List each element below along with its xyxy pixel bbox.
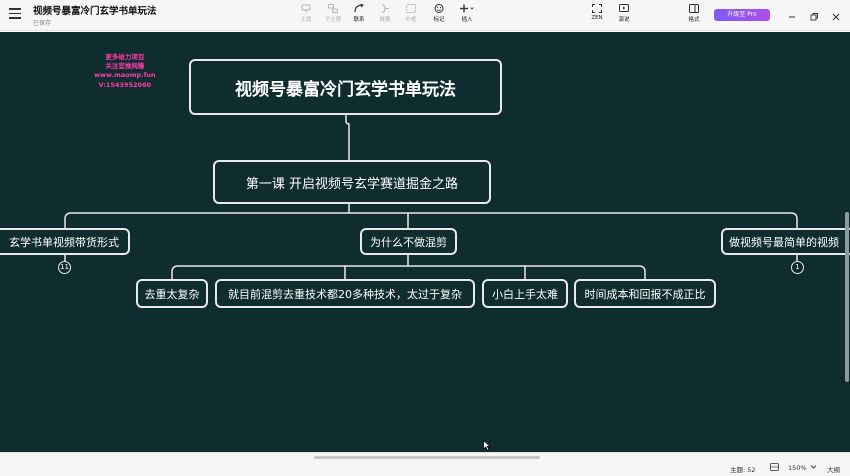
status-bar: 主题: 52 150% 大纲 xyxy=(0,452,850,476)
outline-button[interactable]: 大纲 xyxy=(827,464,840,474)
format-panel-button[interactable]: 格式 xyxy=(679,4,709,23)
hamburger-menu-icon[interactable] xyxy=(9,8,21,20)
minimize-button[interactable] xyxy=(786,8,798,20)
branch-why-not-remix[interactable]: 为什么不做混剪 xyxy=(360,228,457,255)
horizontal-scrollbar[interactable] xyxy=(314,456,540,459)
mouse-cursor-icon xyxy=(483,440,491,451)
present-button[interactable]: 演说 xyxy=(609,4,639,23)
subtopic-icon xyxy=(328,4,338,13)
chevron-down-icon[interactable] xyxy=(810,463,817,470)
boundary-icon xyxy=(406,4,416,13)
document-title[interactable]: 视频号暴富冷门玄学书单玩法 xyxy=(33,3,157,17)
reason-topic[interactable]: 时间成本和回报不成正比 xyxy=(574,279,716,308)
close-icon xyxy=(832,13,840,21)
restore-button[interactable] xyxy=(808,8,820,21)
marker-button[interactable]: 标记 xyxy=(424,4,454,23)
reason-topic[interactable]: 小白上手太难 xyxy=(482,279,568,308)
reason-topic[interactable]: 去重太复杂 xyxy=(136,279,208,308)
map-icon[interactable] xyxy=(770,463,779,471)
zen-label: ZEN xyxy=(591,15,603,21)
topic-button[interactable]: 主题 xyxy=(291,4,321,23)
minimize-icon xyxy=(789,16,795,18)
boundary-label: 外框 xyxy=(405,17,417,23)
upgrade-pro-button[interactable]: 升级至 Pro xyxy=(714,9,770,21)
topic-icon xyxy=(301,4,311,13)
marker-label: 标记 xyxy=(433,17,445,23)
zoom-level[interactable]: 150% xyxy=(788,464,807,472)
mindmap-canvas[interactable]: 更多给力项目 关注官推网赚 www.maomp.fun V:1543952060 xyxy=(0,32,850,452)
topic-label: 主题 xyxy=(300,17,312,23)
vertical-scrollbar[interactable] xyxy=(845,212,849,382)
collapsed-count-badge[interactable]: 1 xyxy=(791,261,804,274)
format-label: 格式 xyxy=(688,17,700,23)
relationship-icon xyxy=(354,4,364,13)
insert-button[interactable]: 插入 xyxy=(452,4,482,23)
root-topic[interactable]: 视频号暴富冷门玄学书单玩法 xyxy=(189,59,502,115)
summary-icon xyxy=(381,4,389,13)
branch-book-list-video-format[interactable]: 玄学书单视频带货形式 xyxy=(0,228,130,255)
top-toolbar: 视频号暴富冷门玄学书单玩法 已保存 主题 子主题 联系 概要 外框 标记 插入 xyxy=(0,0,850,31)
mindmap-app-window: 视频号暴富冷门玄学书单玩法 已保存 主题 子主题 联系 概要 外框 标记 插入 xyxy=(0,0,850,476)
save-status: 已保存 xyxy=(33,20,52,27)
zen-mode-button[interactable]: ZEN xyxy=(582,4,612,21)
present-label: 演说 xyxy=(618,17,630,23)
restore-icon xyxy=(810,13,818,21)
fullscreen-icon xyxy=(592,4,602,13)
close-window-button[interactable] xyxy=(830,8,842,21)
lesson-topic[interactable]: 第一课 开启视频号玄学赛道掘金之路 xyxy=(213,160,491,204)
presentation-icon xyxy=(619,4,629,12)
insert-plus-icon xyxy=(460,4,474,13)
boundary-button[interactable]: 外框 xyxy=(396,4,426,23)
format-panel-icon xyxy=(689,4,699,13)
collapsed-count-badge[interactable]: 11 xyxy=(58,261,71,274)
reason-topic[interactable]: 就目前混剪去重技术都20多种技术，太过于复杂 xyxy=(215,279,475,308)
marker-icon xyxy=(434,4,444,13)
insert-label: 插入 xyxy=(461,17,473,23)
branch-simplest-video[interactable]: 做视频号最简单的视频 xyxy=(721,228,850,255)
topic-count: 主题: 52 xyxy=(730,466,756,474)
